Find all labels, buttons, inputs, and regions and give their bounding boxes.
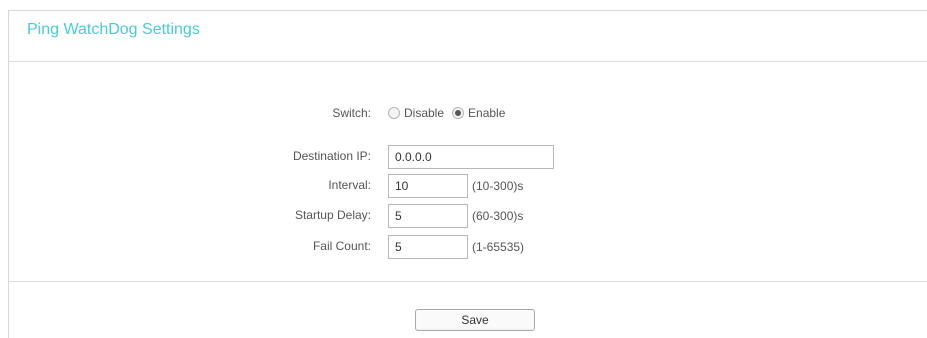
bottom-divider bbox=[8, 281, 927, 282]
startup-delay-row: Startup Delay: (60-300)s bbox=[0, 204, 927, 228]
switch-label: Switch: bbox=[332, 106, 371, 120]
save-button[interactable]: Save bbox=[415, 309, 535, 331]
destination-ip-label: Destination IP: bbox=[292, 149, 371, 163]
interval-row: Interval: (10-300)s bbox=[0, 174, 927, 198]
page-title: Ping WatchDog Settings bbox=[27, 21, 200, 38]
top-divider bbox=[8, 61, 927, 62]
switch-radio-group: Disable Enable bbox=[388, 105, 509, 121]
enable-radio-label[interactable]: Enable bbox=[468, 106, 505, 120]
destination-ip-input[interactable] bbox=[388, 145, 554, 169]
enable-radio[interactable] bbox=[452, 107, 465, 119]
startup-delay-input[interactable] bbox=[388, 204, 468, 228]
switch-row: Switch: Disable Enable bbox=[0, 105, 927, 129]
fail-count-input[interactable] bbox=[388, 235, 468, 259]
fail-count-label: Fail Count: bbox=[312, 239, 371, 253]
interval-input[interactable] bbox=[388, 174, 468, 198]
interval-label: Interval: bbox=[328, 178, 371, 192]
disable-radio[interactable] bbox=[388, 107, 400, 119]
startup-delay-label: Startup Delay: bbox=[294, 208, 371, 222]
fail-count-range: (1-65535) bbox=[472, 240, 525, 254]
disable-radio-label[interactable]: Disable bbox=[404, 106, 444, 120]
destination-ip-row: Destination IP: bbox=[0, 145, 927, 169]
fail-count-row: Fail Count: (1-65535) bbox=[0, 235, 927, 259]
interval-range: (10-300)s bbox=[472, 179, 524, 193]
startup-delay-range: (60-300)s bbox=[472, 209, 524, 223]
